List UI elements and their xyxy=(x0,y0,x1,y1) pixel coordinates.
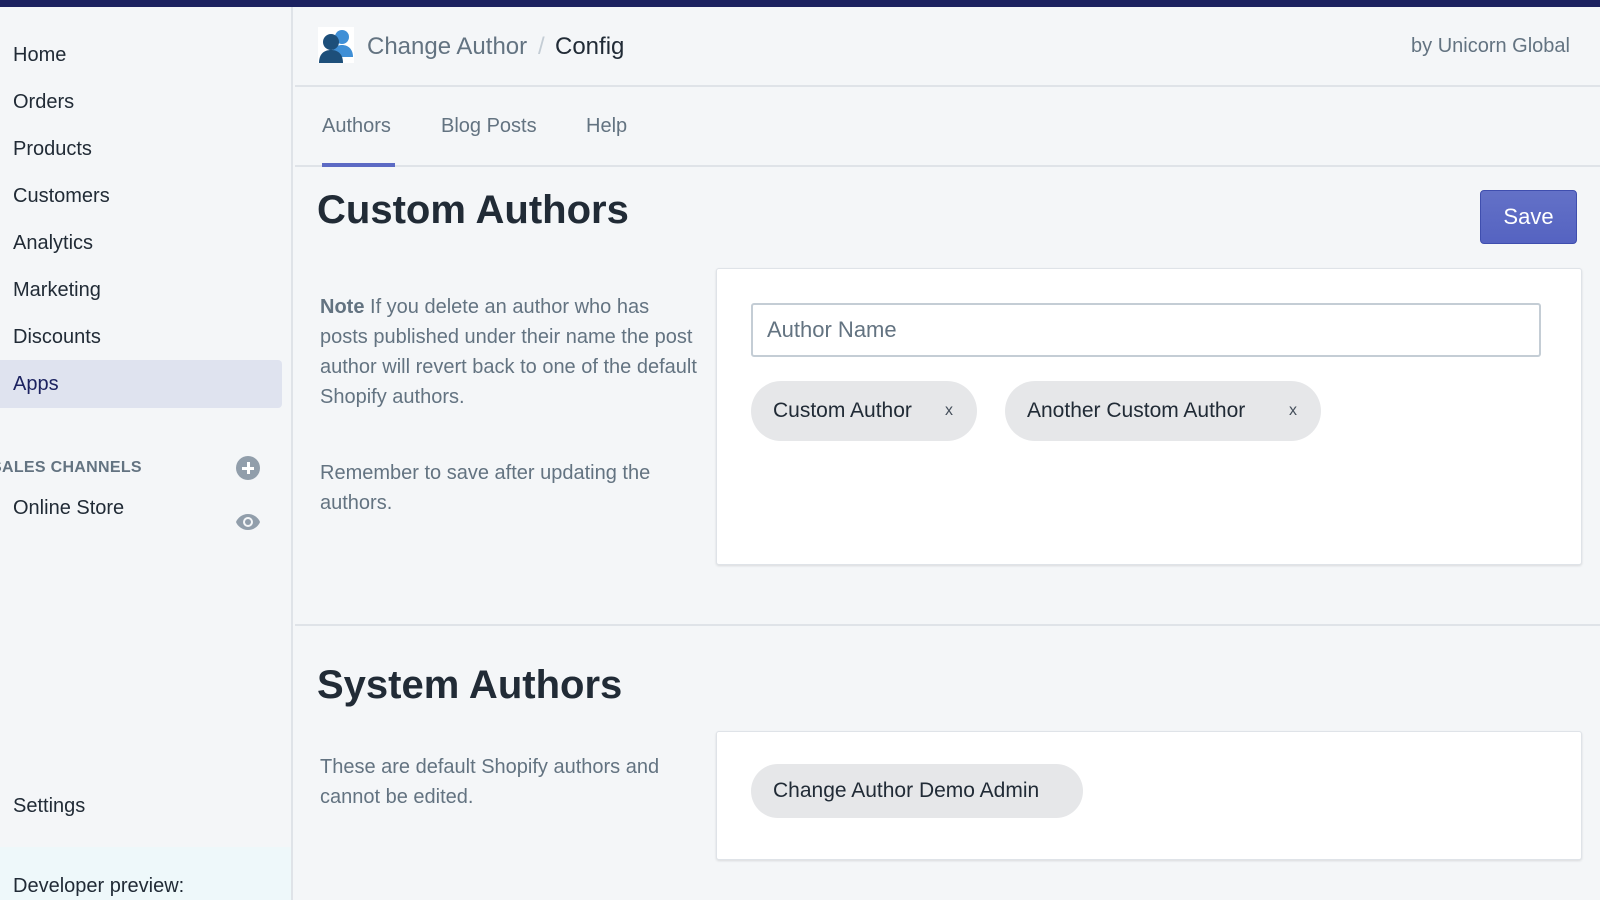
author-tag: Another Custom Author x xyxy=(1005,381,1321,441)
system-author-tag: Change Author Demo Admin xyxy=(751,764,1083,818)
author-tag: Custom Author x xyxy=(751,381,977,441)
sidebar-item-orders[interactable]: Orders xyxy=(0,78,282,126)
developer-preview: Developer preview: xyxy=(0,847,291,900)
sidebar-item-settings[interactable]: Settings xyxy=(0,782,282,830)
section-divider xyxy=(295,624,1600,626)
sidebar-item-apps[interactable]: Apps xyxy=(0,360,282,408)
breadcrumb-app-link[interactable]: Change Author xyxy=(367,33,527,61)
active-tab-indicator xyxy=(322,163,395,167)
developer-credit: by Unicorn Global xyxy=(1411,35,1570,57)
page-title: Config xyxy=(555,33,625,60)
author-tag-label: Another Custom Author xyxy=(1027,399,1246,422)
eye-icon[interactable] xyxy=(235,513,261,531)
custom-authors-card: Custom Author x Another Custom Author x xyxy=(716,268,1582,565)
tab-help[interactable]: Help xyxy=(586,115,627,138)
tab-blog-posts[interactable]: Blog Posts xyxy=(441,115,537,138)
remove-author-icon[interactable]: x xyxy=(945,381,953,441)
sidebar-item-analytics[interactable]: Analytics xyxy=(0,219,282,267)
breadcrumb-separator: / xyxy=(538,33,545,60)
remove-author-icon[interactable]: x xyxy=(1289,381,1297,441)
save-reminder: Remember to save after updating the auth… xyxy=(320,462,651,514)
change-author-app-icon xyxy=(318,27,354,63)
note-label: Note xyxy=(320,296,365,318)
system-authors-card: Change Author Demo Admin xyxy=(716,731,1582,860)
system-authors-title: System Authors xyxy=(317,663,623,707)
author-tag-label: Custom Author xyxy=(773,399,912,422)
system-authors-description: These are default Shopify authors and ca… xyxy=(320,756,660,808)
author-name-input[interactable] xyxy=(751,303,1541,357)
sidebar-item-customers[interactable]: Customers xyxy=(0,172,282,220)
custom-authors-note: Note If you delete an author who has pos… xyxy=(320,292,700,412)
sidebar-item-marketing[interactable]: Marketing xyxy=(0,266,282,314)
add-channel-icon[interactable] xyxy=(236,456,260,480)
save-button[interactable]: Save xyxy=(1480,190,1577,244)
sidebar-item-home[interactable]: Home xyxy=(0,31,282,79)
sidebar-item-products[interactable]: Products xyxy=(0,125,282,173)
app-header: Change Author / Config by Unicorn Global xyxy=(295,7,1600,87)
note-text: If you delete an author who has posts pu… xyxy=(320,296,697,408)
tab-authors[interactable]: Authors xyxy=(322,115,391,138)
system-author-tag-label: Change Author Demo Admin xyxy=(773,779,1040,802)
top-bar xyxy=(0,0,1600,7)
sidebar-item-discounts[interactable]: Discounts xyxy=(0,313,282,361)
sales-channels-heading: SALES CHANNELS xyxy=(0,459,142,476)
sidebar: Home Orders Products Customers Analytics… xyxy=(0,7,293,900)
custom-authors-title: Custom Authors xyxy=(317,188,629,232)
tab-bar: Authors Blog Posts Help xyxy=(295,87,1600,167)
